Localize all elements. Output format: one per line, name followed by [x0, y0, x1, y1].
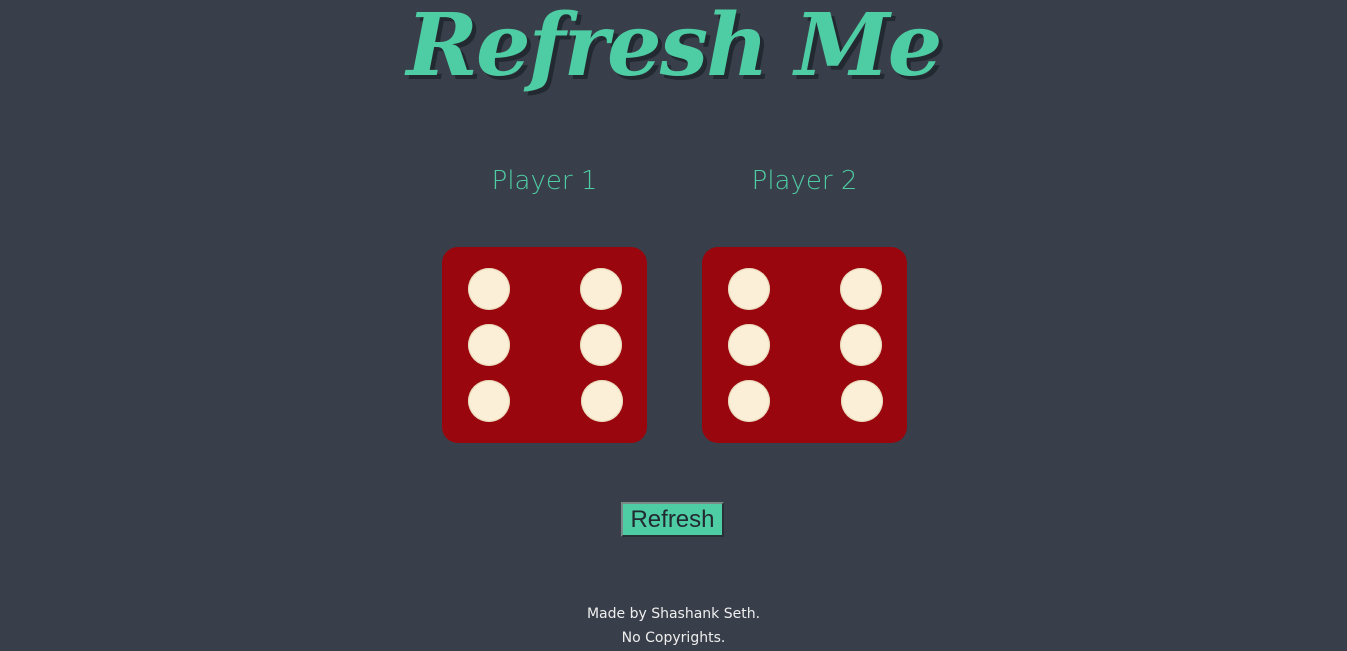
player-2-die: [702, 247, 907, 443]
page-title: Refresh Me: [406, 0, 942, 96]
pip: [580, 324, 622, 366]
pip: [840, 324, 882, 366]
pip: [841, 380, 883, 422]
pip: [580, 268, 622, 310]
footer: Made by Shashank Seth. No Copyrights.: [0, 602, 1347, 650]
pip: [468, 380, 510, 422]
refresh-button[interactable]: Refresh: [621, 502, 724, 537]
player-1-die: [442, 247, 647, 443]
pip: [840, 268, 882, 310]
pip: [728, 268, 770, 310]
pip: [581, 380, 623, 422]
pip: [468, 268, 510, 310]
pip: [728, 324, 770, 366]
player-2-label: Player 2: [751, 166, 858, 196]
footer-copyright: No Copyrights.: [621, 630, 726, 646]
pip: [468, 324, 510, 366]
pip: [728, 380, 770, 422]
player-1-label: Player 1: [491, 166, 598, 196]
footer-credit: Made by Shashank Seth.: [586, 606, 761, 622]
